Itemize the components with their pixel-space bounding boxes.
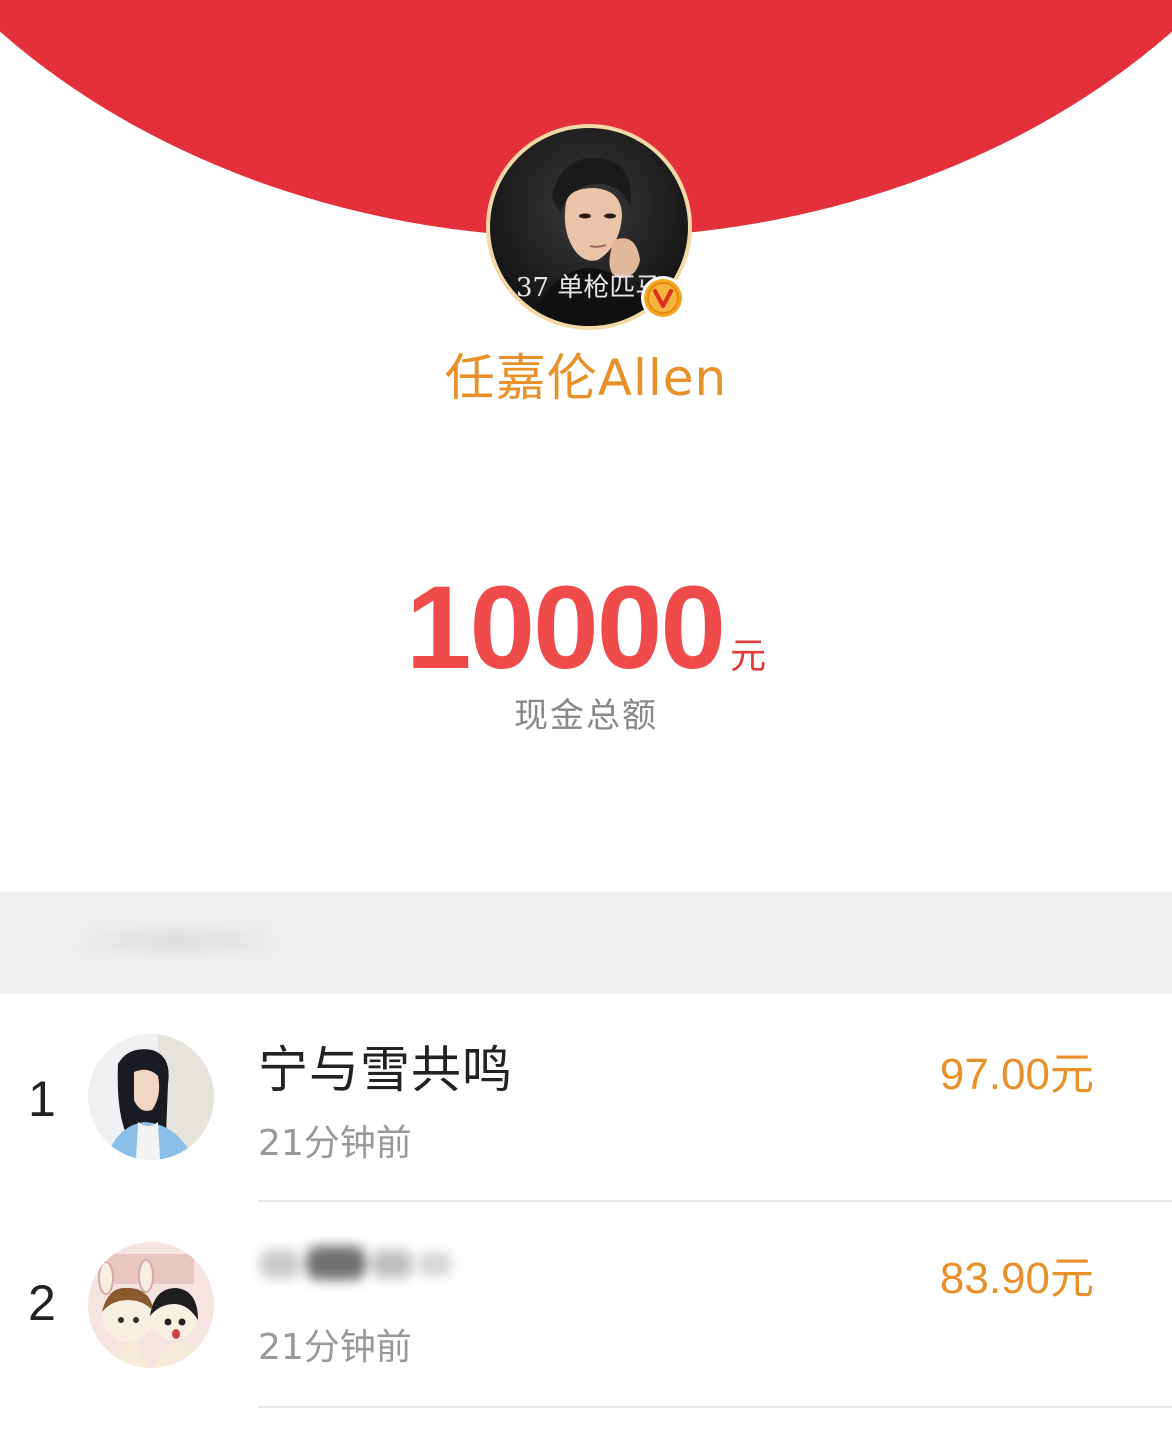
red-packet-page: 37 单枪匹马 任嘉伦Allen 10000 元 现金总额 1 宁与雪共鸣 21分…: [0, 0, 1172, 1430]
user-avatar[interactable]: [88, 1242, 214, 1368]
list-item[interactable]: 2 21分钟前 83.90元: [0, 1202, 1172, 1408]
section-header-blurred-text: [80, 930, 270, 952]
total-amount-caption: 现金总额: [514, 696, 658, 736]
list-item[interactable]: 1 宁与雪共鸣 21分钟前 97.00元: [0, 994, 1172, 1200]
received-amount: 83.90元: [939, 1254, 1094, 1303]
host-name[interactable]: 任嘉伦Allen: [0, 338, 1172, 410]
rank-number: 1: [28, 1071, 56, 1127]
total-amount-row: 10000 元: [0, 560, 1172, 696]
timestamp: 21分钟前: [258, 1123, 412, 1164]
timestamp: 21分钟前: [258, 1327, 412, 1368]
list-divider: [258, 1406, 1172, 1408]
rank-number: 2: [28, 1275, 56, 1331]
user-avatar[interactable]: [88, 1034, 214, 1160]
verified-badge-icon: [641, 276, 685, 320]
user-name: 宁与雪共鸣: [258, 1041, 513, 1099]
total-amount: 10000: [405, 562, 726, 694]
user-name-blurred: [260, 1246, 452, 1280]
total-amount-unit: 元: [730, 636, 767, 677]
received-amount: 97.00元: [939, 1050, 1094, 1099]
